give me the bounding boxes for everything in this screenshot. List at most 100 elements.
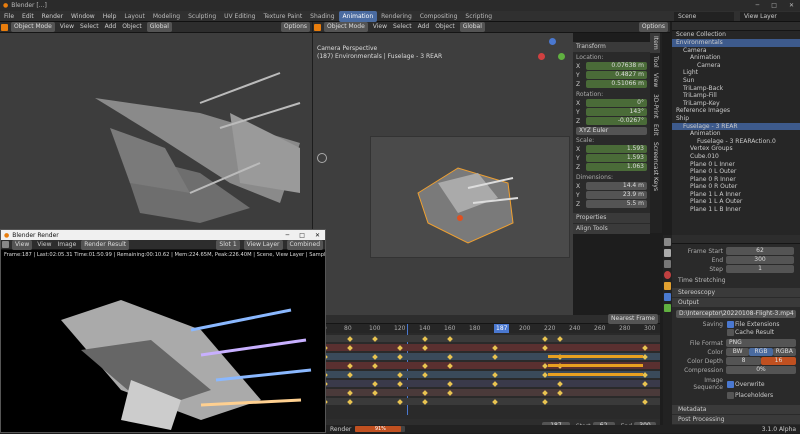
dopesheet-timeline[interactable]: Nearest Frame 70801001201401601801872002… [313,314,660,433]
outliner-item[interactable]: Camera [672,47,800,55]
dim-x-field[interactable]: 14.4 m [586,182,647,190]
outliner-item[interactable]: Plane 0 L Outer [672,168,800,176]
left-add-menu[interactable]: Add [102,22,120,32]
menu-render[interactable]: Render [38,11,67,22]
output-panel[interactable]: Output [672,298,800,307]
post-processing-panel[interactable]: Post Processing [672,415,800,424]
stereoscopy-panel[interactable]: Stereoscopy [672,288,800,297]
data-tab-icon[interactable] [664,304,671,312]
menu-window[interactable]: Window [67,11,99,22]
playback-dropdown[interactable]: Nearest Frame [608,314,658,324]
channel-row[interactable] [313,398,660,405]
time-stretching-panel[interactable]: Time Stretching [678,276,794,285]
tab-3d-print[interactable]: 3D-Print [650,91,660,121]
transform-panel-title[interactable]: Transform [573,42,650,52]
rotation-x-field[interactable]: 0° [586,99,647,107]
close-icon[interactable]: ✕ [783,2,800,9]
menu-edit[interactable]: Edit [18,11,38,22]
outliner-item[interactable]: Plane 0 R Outer [672,183,800,191]
channel-row[interactable] [313,380,660,387]
outliner-item[interactable]: Camera [672,62,800,70]
render-minimize-icon[interactable]: ─ [281,232,295,239]
depth-16-button[interactable]: 16 [761,357,796,365]
tab-view[interactable]: View [650,70,660,90]
channel-row[interactable] [313,344,660,351]
outliner-item[interactable]: TriLamp-Key [672,100,800,108]
editor-type-icon[interactable] [1,23,8,31]
depth-8-button[interactable]: 8 [726,357,761,365]
maximize-icon[interactable]: □ [765,2,783,9]
outliner-item[interactable]: Animation [672,54,800,62]
menu-help[interactable]: Help [99,11,121,22]
scene-tab-icon[interactable] [664,260,671,268]
align-tools-panel-title[interactable]: Align Tools [573,224,650,234]
main-select-menu[interactable]: Select [390,22,415,32]
tab-texture-paint[interactable]: Texture Paint [259,11,306,22]
render-view-menu[interactable]: View [34,240,54,250]
rotation-y-field[interactable]: 143° [586,108,647,116]
tab-compositing[interactable]: Compositing [416,11,462,22]
main-mode-dropdown[interactable]: Object Mode [324,22,368,32]
outliner-item[interactable]: Cube.010 [672,153,800,161]
file-extensions-checkbox[interactable] [727,321,734,328]
main-options-button[interactable]: Options [638,22,668,32]
left-mode-dropdown[interactable]: Object Mode [11,22,55,32]
render-slot-dropdown[interactable]: Slot 1 [216,239,240,250]
tab-shading[interactable]: Shading [306,11,338,22]
render-layer-dropdown[interactable]: View Layer [243,239,283,250]
left-options-button[interactable]: Options [280,22,310,32]
main-object-menu[interactable]: Object [432,22,458,32]
tab-layout[interactable]: Layout [120,11,148,22]
color-bw-button[interactable]: BW [726,348,750,356]
metadata-panel[interactable]: Metadata [672,405,800,414]
tab-modeling[interactable]: Modeling [149,11,184,22]
timeline-tracks[interactable] [313,324,660,415]
outliner-item[interactable]: Reference Images [672,107,800,115]
left-view-menu[interactable]: View [57,22,77,32]
object-tab-icon[interactable] [664,282,671,290]
outliner-item[interactable]: Plane 1 L B Inner [672,206,800,214]
scale-z-field[interactable]: 1.063 [586,163,647,171]
modifier-tab-icon[interactable] [664,293,671,301]
scene-selector[interactable]: Scene [674,11,734,21]
channel-row[interactable] [313,389,660,396]
overwrite-checkbox[interactable] [727,380,734,388]
left-select-menu[interactable]: Select [77,22,102,32]
tab-tool[interactable]: Tool [650,53,660,71]
rotation-mode-dropdown[interactable]: XYZ Euler [576,127,647,135]
compression-slider[interactable]: 0% [726,366,796,374]
outliner-item[interactable]: Plane 1 L A Outer [672,198,800,206]
light-icon[interactable] [317,153,327,163]
outliner-item[interactable]: Environmentals [672,39,800,47]
frame-end-field[interactable]: 300 [726,256,794,264]
dim-y-field[interactable]: 23.9 m [586,191,647,199]
outliner-item[interactable]: Sun [672,77,800,85]
output-path-field[interactable]: D:\Interceptor\20220108-Flight-3.mp4 [676,310,796,318]
frame-start-field[interactable]: 62 [726,247,794,255]
main-view-menu[interactable]: View [370,22,390,32]
left-transform-dropdown[interactable]: Global [146,22,172,32]
location-z-field[interactable]: 0.51066 m [586,80,647,88]
properties-panel-title[interactable]: Properties [573,213,650,223]
outliner-item[interactable]: Fuselage - 3 REAR [672,122,800,131]
frame-step-field[interactable]: 1 [726,265,794,273]
scale-x-field[interactable]: 1.593 [586,145,647,153]
render-pass-dropdown[interactable]: Combined [286,239,323,250]
cache-result-checkbox[interactable] [727,329,734,336]
left-object-menu[interactable]: Object [119,22,145,32]
main-editor-type-icon[interactable] [314,23,321,31]
navigation-gizmo[interactable] [538,38,568,68]
color-rgb-button[interactable]: RGB [749,348,773,356]
view-layer-selector[interactable]: View Layer [740,11,800,21]
tab-edit[interactable]: Edit [650,121,660,139]
outliner-item[interactable]: Light [672,69,800,77]
world-tab-icon[interactable] [664,271,671,279]
outliner-item[interactable]: TriLamp-Back [672,85,800,93]
outliner-item[interactable]: Animation [672,130,800,138]
render-result-field[interactable]: Render Result [81,239,130,250]
image-editor-icon[interactable] [2,241,9,248]
color-rgba-button[interactable]: RGBA [772,348,796,356]
tab-animation[interactable]: Animation [338,10,378,22]
channel-row[interactable] [313,335,660,342]
tab-rendering[interactable]: Rendering [377,11,416,22]
